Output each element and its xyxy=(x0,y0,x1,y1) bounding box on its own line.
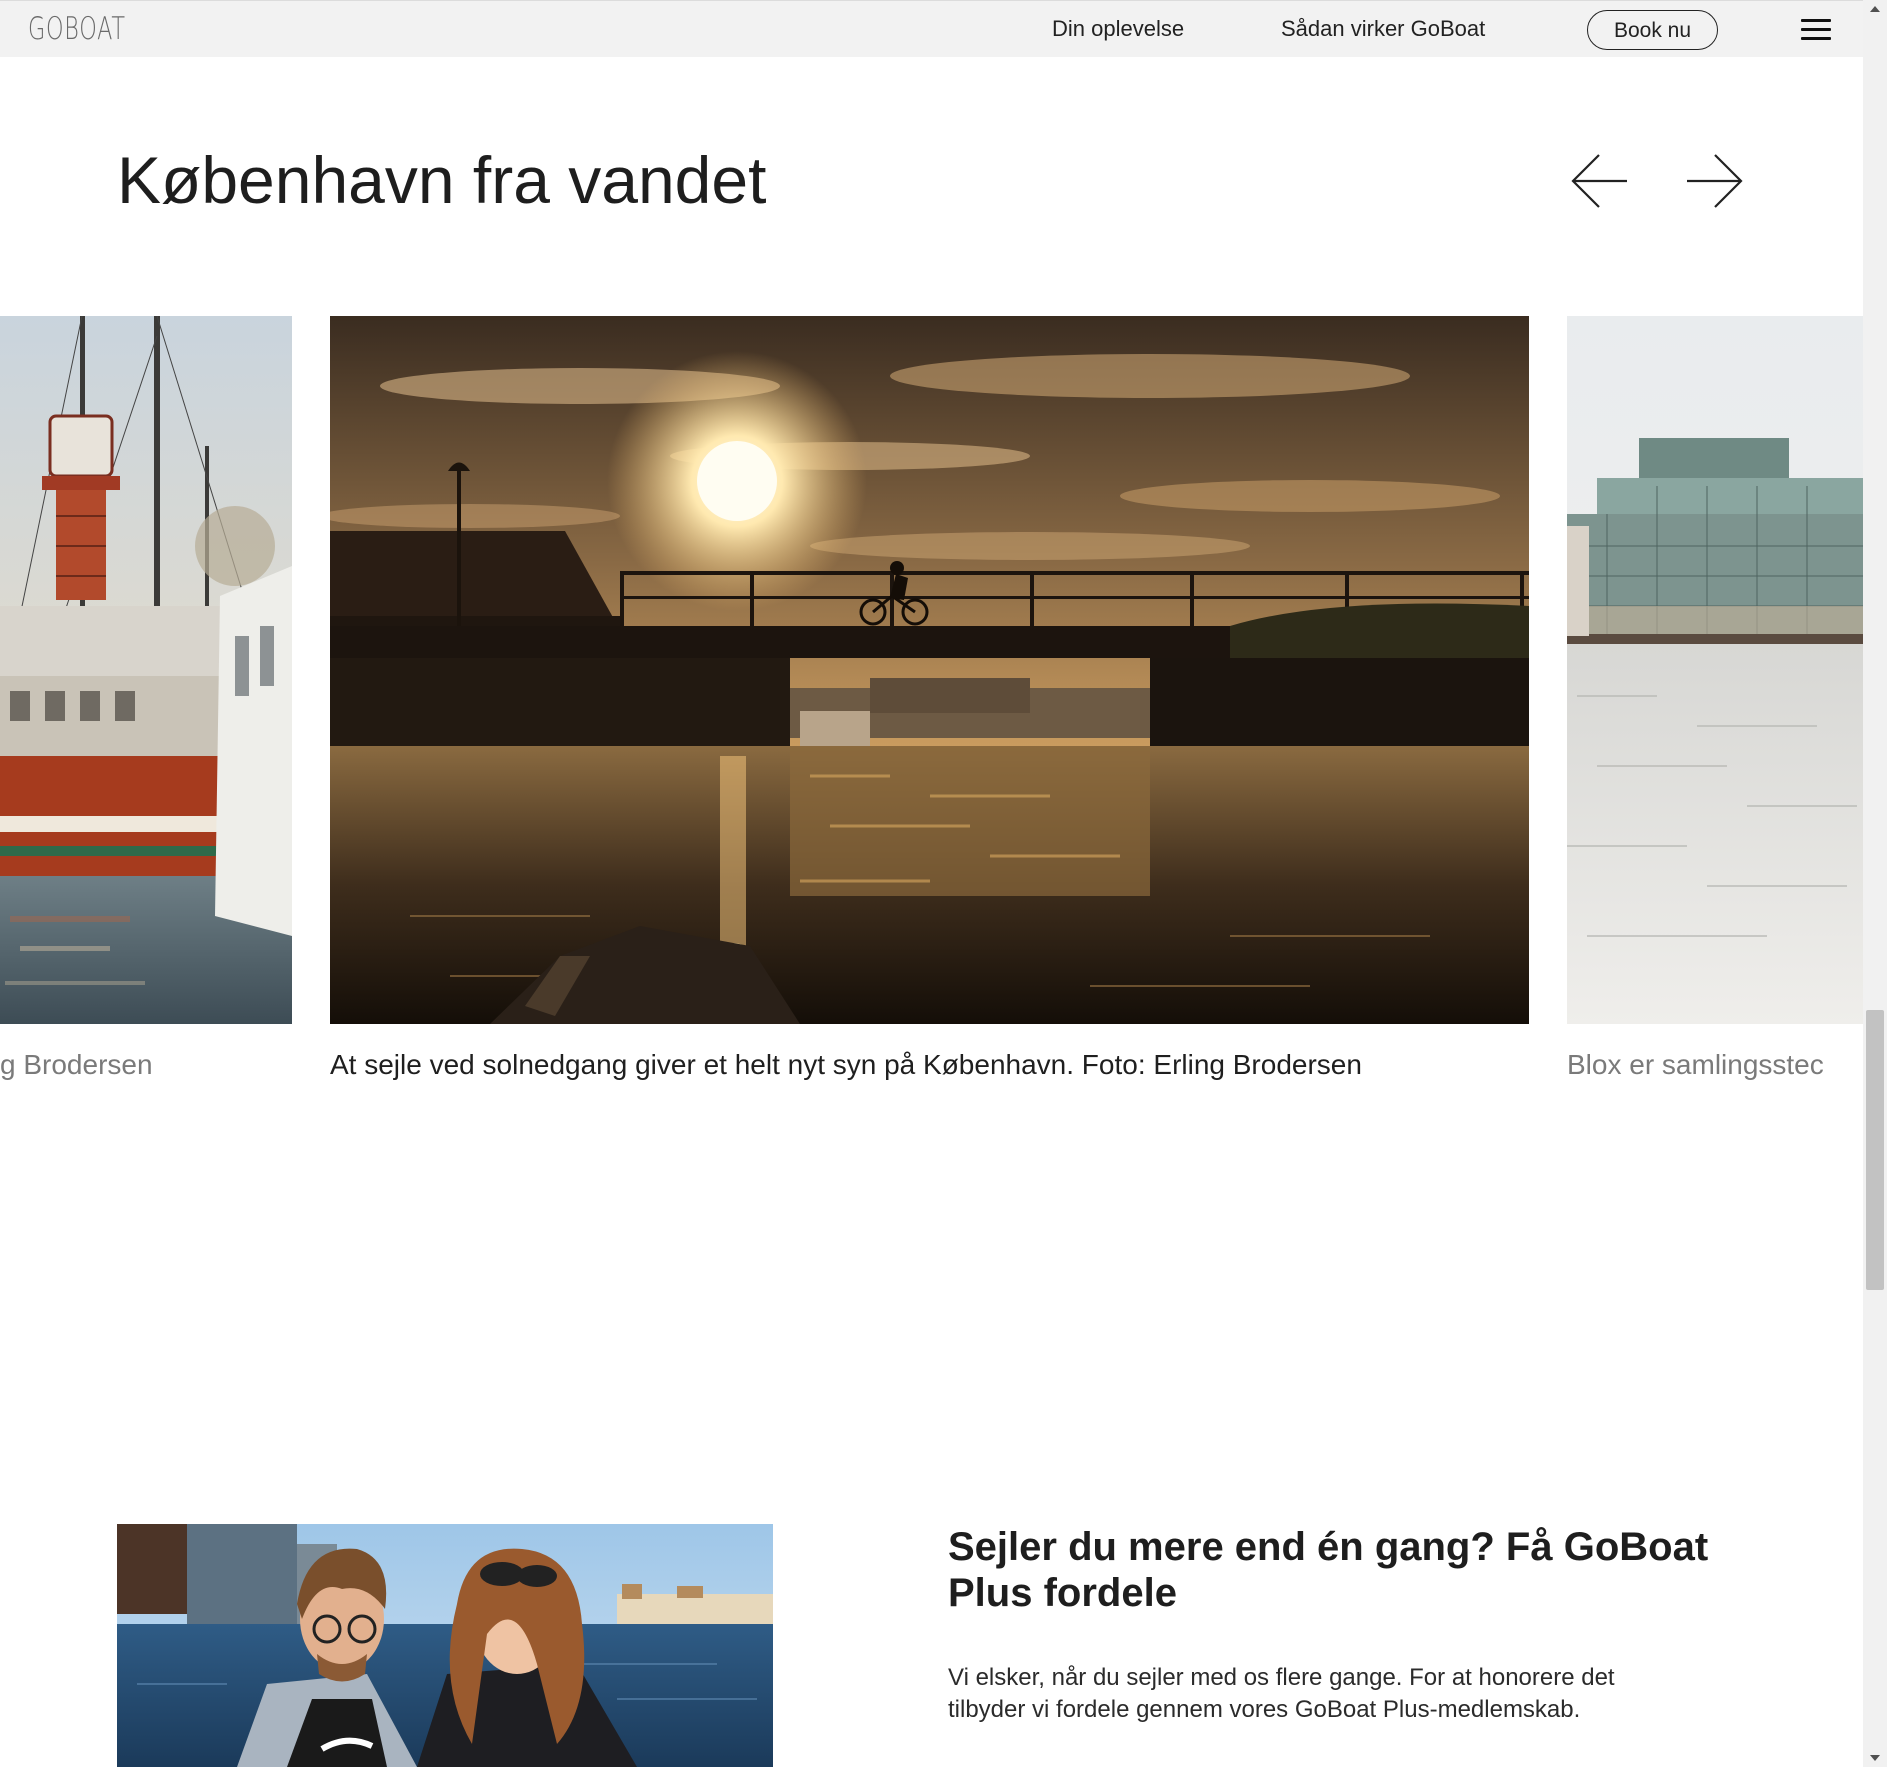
nav-link-saadan-virker-goboat[interactable]: Sådan virker GoBoat xyxy=(1281,16,1485,42)
scroll-down-arrow-icon[interactable] xyxy=(1870,1755,1880,1761)
top-navigation-bar: GOBOAT Din oplevelse Sådan virker GoBoat… xyxy=(0,0,1863,57)
couple-on-boat-photo xyxy=(117,1524,773,1767)
slide-caption-right: Blox er samlingsstec xyxy=(1567,1049,1824,1080)
promo-heading: Sejler du mere end én gang? Få GoBoat Pl… xyxy=(948,1525,1709,1615)
scroll-up-arrow-icon[interactable] xyxy=(1870,6,1880,12)
scrollbar-thumb[interactable] xyxy=(1866,1010,1884,1290)
slide-caption-center: At sejle ved solnedgang giver et helt ny… xyxy=(330,1049,1362,1080)
blox-building-waterfront-photo xyxy=(1567,316,1863,1024)
gallery-title: København fra vandet xyxy=(117,143,767,217)
page-scrollbar[interactable] xyxy=(1863,0,1887,1767)
nav-link-din-oplevelse[interactable]: Din oplevelse xyxy=(1052,16,1184,42)
carousel-next-button[interactable] xyxy=(1683,150,1745,212)
lightship-harbor-photo xyxy=(0,316,292,1024)
goboat-logo[interactable]: GOBOAT xyxy=(28,12,126,46)
promo-image xyxy=(117,1524,773,1767)
slide-image-lightship[interactable] xyxy=(0,316,292,1024)
arrow-right-icon xyxy=(1687,154,1743,208)
book-now-button[interactable]: Book nu xyxy=(1587,10,1718,50)
slide-caption-left: g Brodersen xyxy=(0,1049,153,1080)
slide-image-blox[interactable] xyxy=(1567,316,1863,1024)
sunset-bridge-cyclist-photo xyxy=(330,316,1529,1024)
arrow-left-icon xyxy=(1571,154,1627,208)
hamburger-menu-icon[interactable] xyxy=(1801,19,1831,41)
carousel-prev-button[interactable] xyxy=(1569,150,1631,212)
promo-body-text: Vi elsker, når du sejler med os flere ga… xyxy=(948,1664,1615,1723)
slide-image-sunset-bridge[interactable] xyxy=(330,316,1529,1024)
